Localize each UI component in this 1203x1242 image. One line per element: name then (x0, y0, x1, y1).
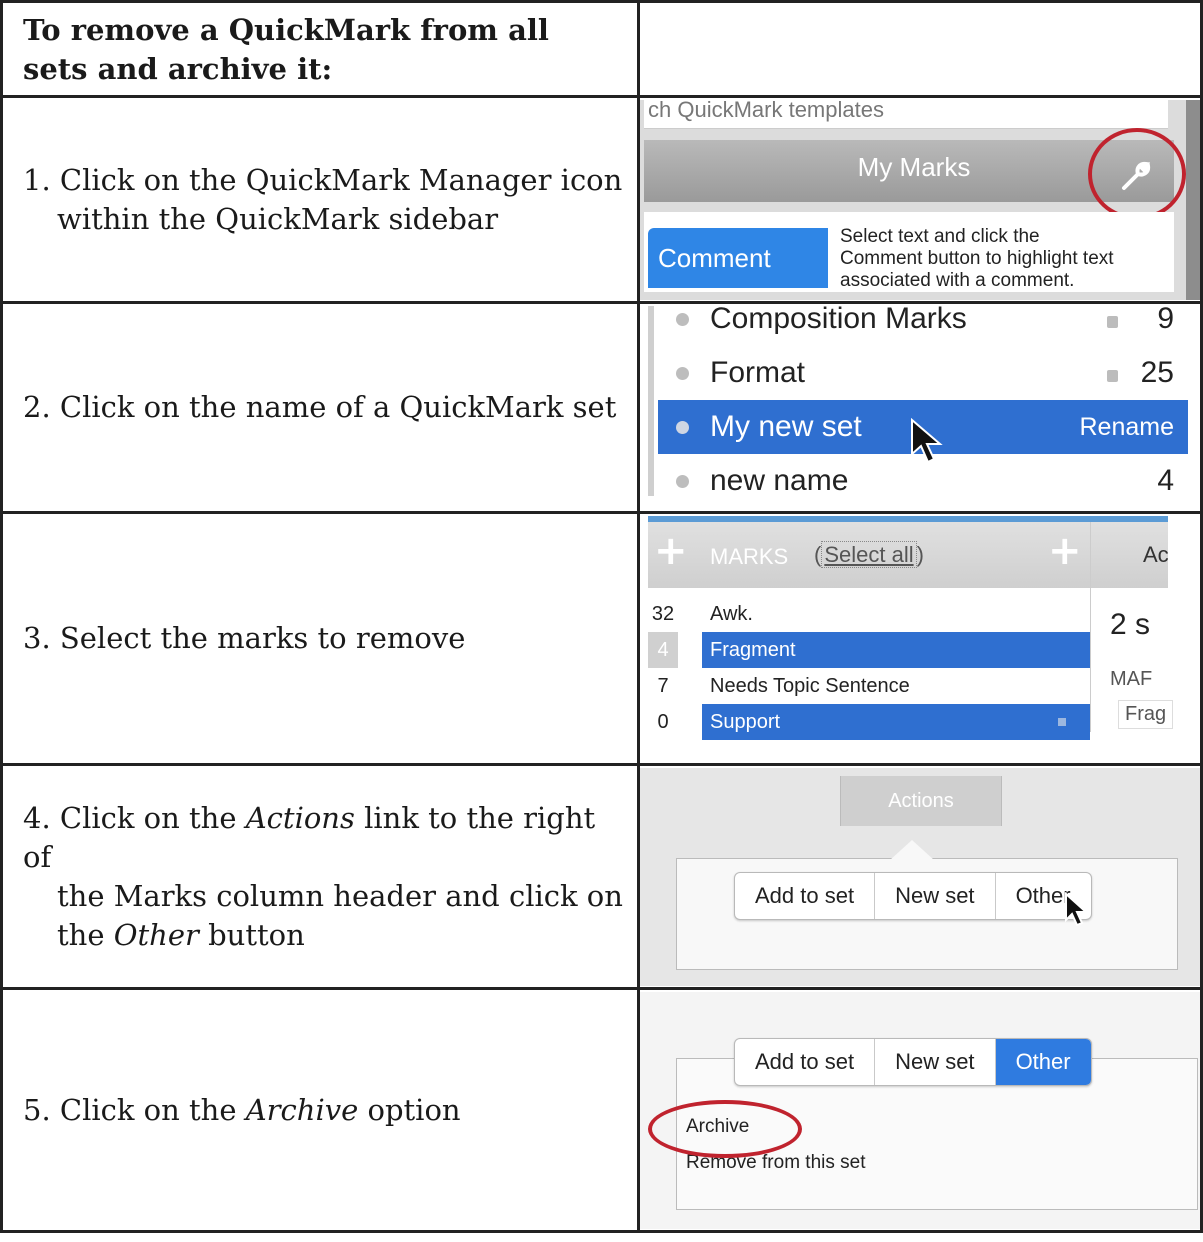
step-1-cell: 1. Click on the QuickMark Manager icon w… (0, 95, 640, 304)
list-border (648, 305, 654, 496)
actions-tab[interactable]: Actions (840, 775, 1002, 826)
add-to-set-button[interactable]: Add to set (735, 1038, 876, 1085)
mark-item-fragment[interactable]: 4 Fragment (642, 631, 1101, 668)
step-2-cell: 2. Click on the name of a QuickMark set (0, 301, 640, 514)
step-3-text: 3. Select the marks to remove (23, 621, 466, 655)
popover-arrow (890, 839, 934, 860)
step-1-text: 1. Click on the QuickMark Manager icon w… (23, 162, 623, 236)
actions-menu-screenshot: Actions Add to set New set Other (641, 767, 1199, 986)
lock-icon (1107, 315, 1118, 328)
selected-count-partial: 2 s (1110, 607, 1151, 641)
title-image-cell (637, 0, 1203, 98)
mark-item-needs-topic-sentence[interactable]: 7 Needs Topic Sentence (642, 668, 1101, 704)
step-4-text: 4. Click on the Actions link to the righ… (23, 800, 623, 952)
set-list: Composition Marks 9 Format 25 My new set… (658, 306, 1188, 508)
marks-label: MARKS (710, 543, 789, 569)
set-dot-icon (676, 420, 689, 434)
instructions-table: To remove a QuickMark from all sets and … (0, 0, 1203, 1233)
new-set-button[interactable]: New set (875, 1038, 996, 1085)
marks-list-screenshot: + MARKS (Select all) + Ac 32 Awk. 4 Frag… (641, 515, 1199, 762)
set-dot-icon (676, 312, 689, 326)
highlight-circle (1088, 127, 1186, 220)
mouse-cursor-icon (1065, 891, 1089, 926)
comment-description: Select text and click the Comment button… (840, 225, 1114, 291)
step-3-cell: 3. Select the marks to remove (0, 511, 640, 766)
actions-header-partial[interactable]: Ac (1143, 542, 1169, 568)
set-item-format[interactable]: Format 25 (658, 346, 1188, 400)
comment-button[interactable]: Comment (648, 227, 828, 288)
mark-item-awk[interactable]: 32 Awk. (642, 596, 1101, 632)
mouse-cursor-icon (911, 417, 943, 463)
actions-segmented-control: Add to set New set Other (734, 871, 1092, 920)
other-button[interactable]: Other (995, 1038, 1091, 1085)
actions-segmented-control: Add to set New set Other (734, 1037, 1092, 1086)
search-input[interactable]: ch QuickMark templates (644, 99, 1168, 129)
step-3-screenshot: + MARKS (Select all) + Ac 32 Awk. 4 Frag… (637, 511, 1203, 766)
step-2-screenshot: Composition Marks 9 Format 25 My new set… (637, 301, 1203, 514)
set-item-composition-marks[interactable]: Composition Marks 9 (658, 306, 1188, 346)
add-to-set-button[interactable]: Add to set (735, 872, 876, 919)
mark-item-support[interactable]: 0 Support (642, 703, 1101, 740)
highlight-circle (648, 1099, 802, 1158)
marks-label-partial: MAF (1110, 667, 1153, 690)
rename-link[interactable]: Rename (1080, 400, 1175, 454)
fragment-partial: Frag (1118, 699, 1174, 729)
select-all-link[interactable]: (Select all) (814, 540, 924, 568)
title-cell: To remove a QuickMark from all sets and … (0, 0, 640, 98)
new-set-button[interactable]: New set (875, 872, 996, 919)
step-2-text: 2. Click on the name of a QuickMark set (23, 390, 617, 424)
step-4-cell: 4. Click on the Actions link to the righ… (0, 763, 640, 990)
step-1-screenshot: ch QuickMark templates My Marks Comment … (637, 95, 1203, 304)
set-list-screenshot: Composition Marks 9 Format 25 My new set… (641, 305, 1199, 510)
quickmark-sidebar-screenshot: ch QuickMark templates My Marks Comment … (641, 99, 1199, 300)
step-5-screenshot: Add to set New set Other Archive Remove … (637, 987, 1203, 1233)
set-dot-icon (676, 474, 689, 488)
add-mark-icon[interactable]: + (1048, 528, 1082, 574)
step-5-text: 5. Click on the Archive option (23, 1092, 461, 1127)
set-dot-icon (676, 366, 689, 380)
add-set-icon[interactable]: + (654, 528, 688, 574)
scroll-edge (1186, 99, 1199, 300)
page-title: To remove a QuickMark from all sets and … (23, 13, 549, 86)
step-5-cell: 5. Click on the Archive option (0, 987, 640, 1233)
lock-icon (1107, 369, 1118, 382)
archive-option-screenshot: Add to set New set Other Archive Remove … (641, 991, 1199, 1229)
lock-icon (1058, 717, 1066, 726)
marks-list: 32 Awk. 4 Fragment 7 Needs Topic Sentenc… (642, 596, 1101, 740)
step-4-screenshot: Actions Add to set New set Other (637, 763, 1203, 990)
